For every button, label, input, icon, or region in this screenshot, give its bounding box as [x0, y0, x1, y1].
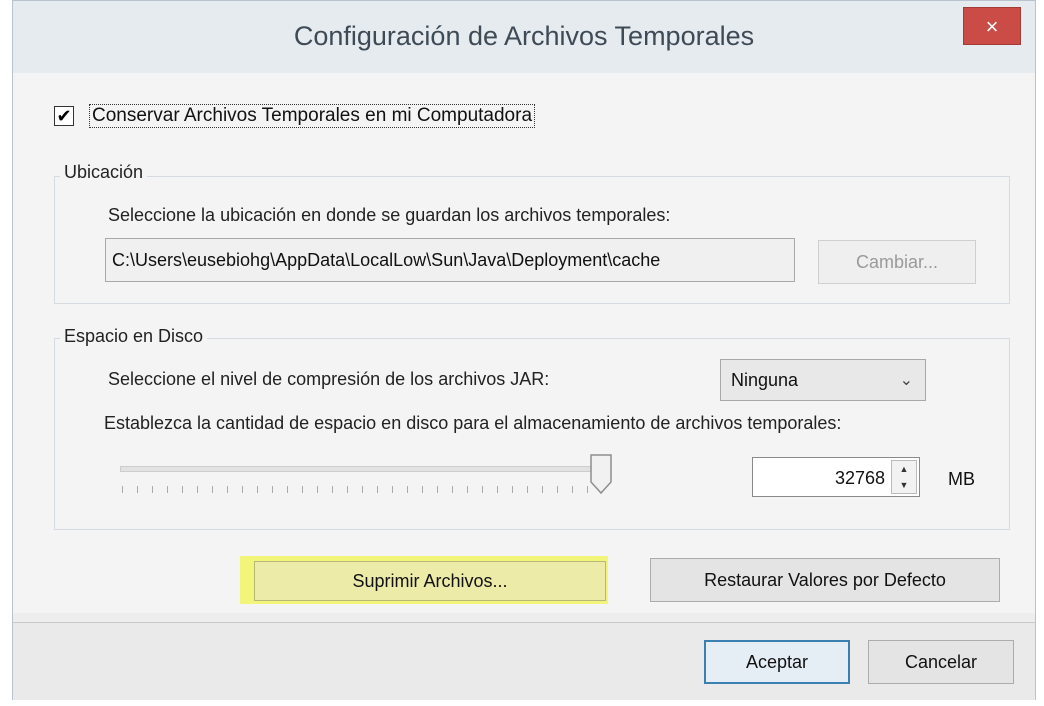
- slider-tick: [272, 486, 273, 493]
- slider-tick: [482, 486, 483, 493]
- slider-tick: [167, 486, 168, 493]
- slider-tick: [542, 486, 543, 493]
- slider-tick: [392, 486, 393, 493]
- compression-value: Ninguna: [731, 370, 799, 390]
- disk-space-slider-track[interactable]: [120, 466, 600, 472]
- slider-tick: [182, 486, 183, 493]
- slider-tick: [407, 486, 408, 493]
- slider-tick: [212, 486, 213, 493]
- close-icon: ×: [985, 14, 999, 39]
- slider-tick: [362, 486, 363, 493]
- slider-tick: [332, 486, 333, 493]
- cache-path-field[interactable]: C:\Users\eusebiohg\AppData\LocalLow\Sun\…: [105, 238, 795, 282]
- slider-tick: [257, 486, 258, 493]
- slider-tick: [137, 486, 138, 493]
- slider-tick: [287, 486, 288, 493]
- slider-tick: [242, 486, 243, 493]
- change-location-button[interactable]: Cambiar...: [818, 240, 976, 284]
- slider-ticks: [122, 486, 592, 494]
- slider-tick: [557, 486, 558, 493]
- slider-tick: [227, 486, 228, 493]
- slider-tick: [122, 486, 123, 493]
- slider-tick: [422, 486, 423, 493]
- slider-tick: [377, 486, 378, 493]
- space-label: Establezca la cantidad de espacio en dis…: [104, 413, 842, 433]
- slider-tick: [152, 486, 153, 493]
- stepper-up-icon[interactable]: ▲: [892, 461, 916, 477]
- cancel-button[interactable]: Cancelar: [868, 640, 1014, 684]
- slider-tick: [437, 486, 438, 493]
- disk-space-slider-thumb[interactable]: [590, 454, 612, 495]
- delete-files-label: Suprimir Archivos...: [352, 571, 508, 591]
- chevron-down-icon: ⌄: [899, 372, 913, 389]
- title-bar: Configuración de Archivos Temporales ×: [13, 1, 1035, 73]
- change-location-label: Cambiar...: [855, 252, 939, 272]
- compression-select[interactable]: Ninguna ⌄: [720, 359, 926, 401]
- slider-tick: [572, 486, 573, 493]
- disk-space-value: 32768: [834, 468, 885, 488]
- stepper-down-icon[interactable]: ▼: [892, 477, 916, 493]
- disk-space-unit: MB: [948, 469, 975, 489]
- slider-tick: [197, 486, 198, 493]
- keep-files-label[interactable]: Conservar Archivos Temporales en mi Comp…: [89, 104, 536, 128]
- checkmark-icon: ✔: [56, 106, 72, 126]
- disk-space-input[interactable]: 32768 ▲ ▼: [752, 457, 920, 497]
- restore-defaults-button[interactable]: Restaurar Valores por Defecto: [650, 558, 1000, 602]
- slider-tick: [512, 486, 513, 493]
- disk-space-stepper[interactable]: ▲ ▼: [891, 460, 917, 494]
- accept-button[interactable]: Aceptar: [704, 640, 850, 684]
- restore-defaults-label: Restaurar Valores por Defecto: [704, 570, 946, 590]
- keep-files-checkbox[interactable]: ✔: [54, 106, 74, 126]
- location-group-label: Ubicación: [60, 162, 148, 183]
- slider-tick: [497, 486, 498, 493]
- delete-files-button[interactable]: Suprimir Archivos...: [254, 561, 606, 601]
- slider-tick: [527, 486, 528, 493]
- slider-tick: [467, 486, 468, 493]
- slider-tick: [347, 486, 348, 493]
- slider-tick: [302, 486, 303, 493]
- slider-tick: [452, 486, 453, 493]
- compression-label: Seleccione el nivel de compresión de los…: [108, 369, 550, 389]
- disk-space-group-label: Espacio en Disco: [60, 326, 208, 347]
- close-button[interactable]: ×: [963, 7, 1021, 45]
- slider-tick: [587, 486, 588, 493]
- slider-tick: [317, 486, 318, 493]
- dialog-title: Configuración de Archivos Temporales: [293, 21, 755, 51]
- accept-label: Aceptar: [745, 652, 809, 672]
- location-description: Seleccione la ubicación en donde se guar…: [108, 205, 671, 225]
- cancel-label: Cancelar: [904, 652, 978, 672]
